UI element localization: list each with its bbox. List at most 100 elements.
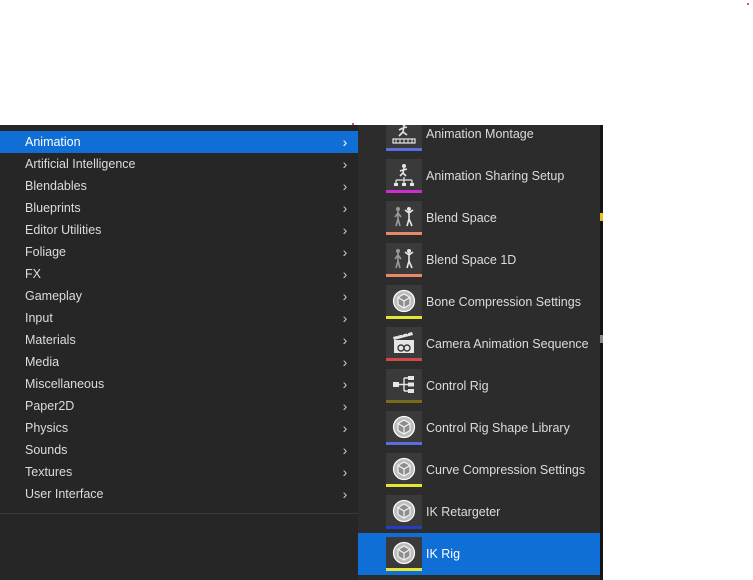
menu-item-blueprints[interactable]: Blueprints › bbox=[0, 197, 358, 219]
menu-item-label: Sounds bbox=[25, 443, 68, 457]
menu-item-blendables[interactable]: Blendables › bbox=[0, 175, 358, 197]
background-panel-edge bbox=[600, 125, 603, 580]
menu-item-physics[interactable]: Physics › bbox=[0, 417, 358, 439]
menu-item-input[interactable]: Input › bbox=[0, 307, 358, 329]
chevron-right-icon: › bbox=[342, 464, 348, 480]
menu-item-paper2d[interactable]: Paper2D › bbox=[0, 395, 358, 417]
chevron-right-icon: › bbox=[342, 200, 348, 216]
menu-item-gameplay[interactable]: Gameplay › bbox=[0, 285, 358, 307]
asset-item-blend-space[interactable]: Blend Space bbox=[358, 197, 600, 239]
chevron-right-icon: › bbox=[342, 376, 348, 392]
menu-item-label: Animation bbox=[25, 135, 81, 149]
category-list: Animation › Artificial Intelligence › Blenda… bbox=[0, 131, 358, 505]
asset-item-label: Camera Animation Sequence bbox=[426, 337, 589, 351]
asset-item-label: Animation Sharing Setup bbox=[426, 169, 565, 183]
edge-mark bbox=[600, 335, 603, 343]
chevron-right-icon: › bbox=[342, 244, 348, 260]
menu-item-label: Media bbox=[25, 355, 60, 369]
menu-item-label: Blueprints bbox=[25, 201, 81, 215]
menu-item-label: Physics bbox=[25, 421, 69, 435]
asset-color-bar bbox=[386, 190, 422, 193]
chevron-right-icon: › bbox=[342, 178, 348, 194]
asset-color-bar bbox=[386, 484, 422, 487]
menu-item-label: Artificial Intelligence bbox=[25, 157, 136, 171]
menu-item-label: Gameplay bbox=[25, 289, 82, 303]
asset-item-label: IK Retargeter bbox=[426, 505, 501, 519]
asset-color-bar bbox=[386, 568, 422, 571]
asset-item-label: Blend Space bbox=[426, 211, 497, 225]
asset-item-control-rig-shape-library[interactable]: Control Rig Shape Library bbox=[358, 407, 600, 449]
chevron-right-icon: › bbox=[342, 310, 348, 326]
menu-item-fx[interactable]: FX › bbox=[0, 263, 358, 285]
menu-item-label: FX bbox=[25, 267, 41, 281]
menu-item-editor-utilities[interactable]: Editor Utilities › bbox=[0, 219, 358, 241]
chevron-right-icon: › bbox=[342, 266, 348, 282]
asset-color-bar bbox=[386, 526, 422, 529]
data-asset-icon bbox=[386, 495, 422, 529]
asset-color-bar bbox=[386, 442, 422, 445]
chevron-right-icon: › bbox=[342, 442, 348, 458]
asset-item-label: Control Rig Shape Library bbox=[426, 421, 570, 435]
menu-item-foliage[interactable]: Foliage › bbox=[0, 241, 358, 263]
data-asset-icon bbox=[386, 285, 422, 319]
asset-item-ik-retargeter[interactable]: IK Retargeter bbox=[358, 491, 600, 533]
chevron-right-icon: › bbox=[342, 134, 348, 150]
asset-item-bone-compression-settings[interactable]: Bone Compression Settings bbox=[358, 281, 600, 323]
menu-item-materials[interactable]: Materials › bbox=[0, 329, 358, 351]
chevron-right-icon: › bbox=[342, 420, 348, 436]
asset-color-bar bbox=[386, 400, 422, 403]
menu-item-label: Input bbox=[25, 311, 53, 325]
menu-item-textures[interactable]: Textures › bbox=[0, 461, 358, 483]
asset-item-curve-compression-settings[interactable]: Curve Compression Settings bbox=[358, 449, 600, 491]
blend-space-1d-icon bbox=[386, 243, 422, 277]
menu-item-user-interface[interactable]: User Interface › bbox=[0, 483, 358, 505]
chevron-right-icon: › bbox=[342, 156, 348, 172]
menu-item-label: Materials bbox=[25, 333, 76, 347]
data-asset-icon bbox=[386, 411, 422, 445]
menu-item-artificial-intelligence[interactable]: Artificial Intelligence › bbox=[0, 153, 358, 175]
chevron-right-icon: › bbox=[342, 354, 348, 370]
chevron-right-icon: › bbox=[342, 332, 348, 348]
data-asset-icon bbox=[386, 537, 422, 571]
menu-item-label: Textures bbox=[25, 465, 73, 479]
menu-item-animation[interactable]: Animation › bbox=[0, 131, 358, 153]
menu-item-label: Miscellaneous bbox=[25, 377, 105, 391]
menu-item-label: Foliage bbox=[25, 245, 66, 259]
menu-item-label: Blendables bbox=[25, 179, 87, 193]
blend-space-icon bbox=[386, 201, 422, 235]
menu-separator bbox=[0, 513, 358, 514]
menu-item-label: Paper2D bbox=[25, 399, 75, 413]
asset-item-camera-animation-sequence[interactable]: Camera Animation Sequence bbox=[358, 323, 600, 365]
asset-list: Animation Montage Animation Sharing Setup… bbox=[358, 125, 600, 575]
asset-color-bar bbox=[386, 274, 422, 277]
asset-item-blend-space-1d[interactable]: Blend Space 1D bbox=[358, 239, 600, 281]
control-rig-icon bbox=[386, 369, 422, 403]
sharing-setup-icon bbox=[386, 159, 422, 193]
chevron-right-icon: › bbox=[342, 398, 348, 414]
asset-color-bar bbox=[386, 358, 422, 361]
montage-icon bbox=[386, 125, 422, 151]
menu-item-label: User Interface bbox=[25, 487, 104, 501]
animation-submenu: Animation Montage Animation Sharing Setup… bbox=[358, 125, 600, 580]
asset-item-label: Blend Space 1D bbox=[426, 253, 517, 267]
asset-item-label: IK Rig bbox=[426, 547, 461, 561]
asset-color-bar bbox=[386, 148, 422, 151]
marker-dot bbox=[747, 3, 749, 5]
asset-item-animation-sharing-setup[interactable]: Animation Sharing Setup bbox=[358, 155, 600, 197]
clapperboard-icon bbox=[386, 327, 422, 361]
chevron-right-icon: › bbox=[342, 486, 348, 502]
menu-item-media[interactable]: Media › bbox=[0, 351, 358, 373]
asset-item-label: Curve Compression Settings bbox=[426, 463, 586, 477]
asset-color-bar bbox=[386, 316, 422, 319]
menu-item-sounds[interactable]: Sounds › bbox=[0, 439, 358, 461]
asset-item-label: Control Rig bbox=[426, 379, 489, 393]
category-menu: Animation › Artificial Intelligence › Blenda… bbox=[0, 125, 358, 580]
chevron-right-icon: › bbox=[342, 288, 348, 304]
asset-item-label: Animation Montage bbox=[426, 127, 534, 141]
asset-item-control-rig[interactable]: Control Rig bbox=[358, 365, 600, 407]
asset-item-animation-montage[interactable]: Animation Montage bbox=[358, 125, 600, 155]
asset-item-ik-rig[interactable]: IK Rig bbox=[358, 533, 600, 575]
data-asset-icon bbox=[386, 453, 422, 487]
menu-item-miscellaneous[interactable]: Miscellaneous › bbox=[0, 373, 358, 395]
asset-color-bar bbox=[386, 232, 422, 235]
